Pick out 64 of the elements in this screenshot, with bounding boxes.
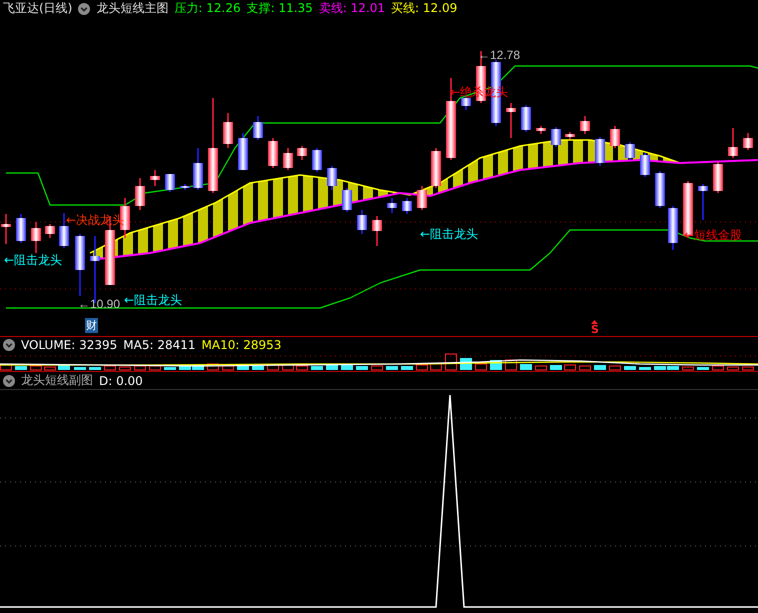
candlestick [135,178,145,210]
signal-label: ←阻击龙头 [420,226,478,243]
indicator-reading: D: 0.00 [99,374,143,388]
candlestick [506,103,516,138]
candlestick [610,126,620,148]
up-arrow-icon [591,320,598,324]
candlestick [728,128,738,158]
candlestick [417,186,427,210]
indicator-reading: MA5: 28411 [123,338,196,352]
sell-signal-marker: S [591,324,599,335]
candlestick [312,148,322,172]
indicator-reading: 压力: 12.26 [174,0,241,17]
candlestick [580,116,590,134]
indicator-reading: MA10: 28953 [202,338,282,352]
candlestick [713,162,723,193]
candlestick [551,127,561,147]
candlestick [743,133,753,150]
candlestick [223,113,233,148]
candlestick [461,96,471,110]
candlestick [253,116,263,140]
chevron-down-icon[interactable] [3,339,15,351]
candlestick [640,153,650,177]
candlestick [668,206,678,250]
candlestick [431,148,441,188]
candlestick [165,174,175,192]
indicator-reading: 支撑: 11.35 [246,0,313,17]
indicator-reading: 买线: 12.09 [391,0,458,17]
candlestick [16,214,26,243]
candlestick [193,148,203,190]
candlestick [342,188,352,212]
candlestick [268,138,278,168]
candlestick [625,142,635,160]
candlestick [150,170,160,186]
stock-title: 飞亚达(日线) [3,0,72,17]
candlestick [683,181,693,238]
candlestick [402,198,412,214]
candlestick [521,105,531,132]
candlestick [45,224,55,238]
candlestick [387,198,397,213]
signal-label: ←短线金股 [684,227,742,244]
candlestick [357,210,367,234]
chevron-down-icon[interactable] [3,374,15,386]
candlestick [698,184,708,220]
signal-label: ←阻击龙头 [124,292,182,309]
candlestick [655,171,665,208]
candlestick [75,234,85,296]
price-label: ←10.90 [78,297,120,311]
candlestick [297,146,307,160]
candlestick [536,126,546,134]
candlestick [238,133,248,170]
candlestick [595,137,605,166]
candlestick [31,222,41,253]
indicator-name: 龙头短线主图 [96,0,168,17]
candlestick [180,184,190,190]
candlestick [372,216,382,246]
indicator-name: 龙头短线副图 [21,372,93,389]
chevron-down-icon[interactable] [78,2,90,14]
indicator-reading: 卖线: 12.01 [318,0,386,17]
candlestick [327,166,337,190]
signal-label: ←阻击龙头 [4,252,62,269]
candlestick [1,214,11,244]
finance-marker: 财 [85,318,98,333]
candlestick [283,148,293,170]
indicator-reading: VOLUME: 32395 [21,338,118,352]
